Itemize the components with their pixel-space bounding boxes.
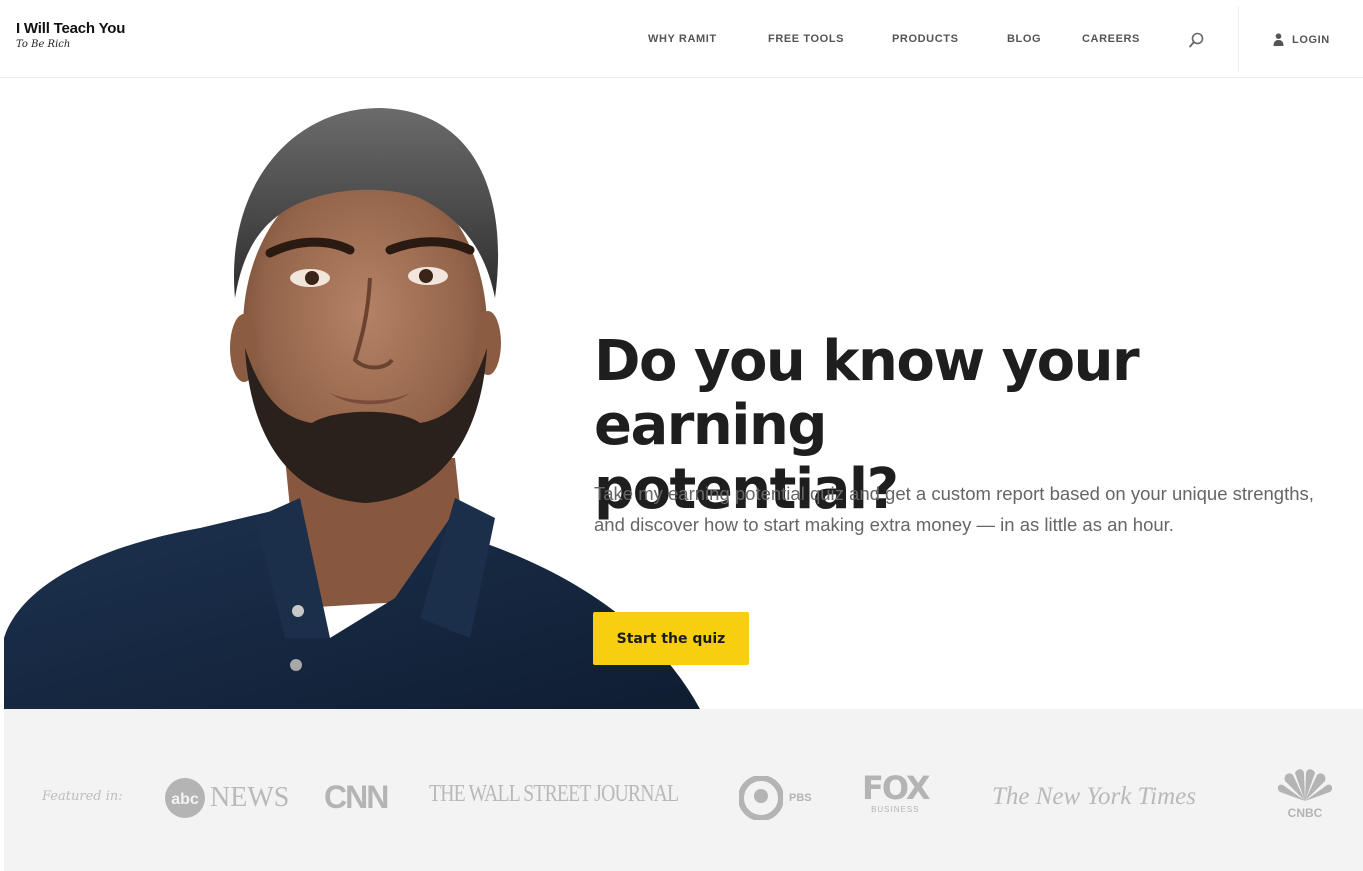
start-quiz-button[interactable]: Start the quiz	[593, 612, 749, 665]
cnn-logo: CNN	[324, 779, 389, 815]
wsj-logo: THE WALL STREET JOURNAL	[429, 781, 679, 807]
pbs-icon	[739, 776, 783, 820]
abc-icon: abc	[165, 778, 205, 818]
peacock-icon	[1277, 769, 1333, 801]
user-icon	[1273, 33, 1284, 46]
nav-item-careers[interactable]: CAREERS	[1082, 33, 1140, 45]
fox-business-logo: FOX BUSINESS	[862, 769, 931, 814]
nav-item-why-ramit[interactable]: WHY RAMIT	[648, 33, 717, 45]
nyt-logo: The New York Times	[992, 783, 1196, 810]
svg-text:abc: abc	[171, 791, 199, 808]
nav-item-products[interactable]: PRODUCTS	[892, 33, 959, 45]
search-icon[interactable]	[1187, 31, 1205, 49]
login-label: LOGIN	[1292, 33, 1330, 46]
nav-item-blog[interactable]: BLOG	[1007, 33, 1041, 45]
cnbc-logo: CNBC	[1270, 769, 1340, 820]
nav-divider	[1238, 6, 1239, 72]
hero-section: Do you know your earning potential? Take…	[0, 78, 1363, 709]
login-link[interactable]: LOGIN	[1273, 33, 1330, 46]
featured-label: Featured in:	[42, 789, 123, 804]
headline-line-1: Do you know your earning	[594, 329, 1140, 458]
abc-news-logo: abc NEWS	[164, 775, 289, 821]
hero-subtext: Take my earning potential quiz and get a…	[594, 483, 1314, 535]
main-nav: WHY RAMIT FREE TOOLS PRODUCTS BLOG CAREE…	[0, 33, 1363, 49]
site-header: I Will Teach You To Be Rich WHY RAMIT FR…	[0, 0, 1363, 78]
nav-item-free-tools[interactable]: FREE TOOLS	[768, 33, 844, 45]
featured-in-strip: Featured in: abc NEWS CNN THE WALL STREE…	[4, 709, 1363, 871]
pbs-logo: PBS	[739, 775, 812, 821]
